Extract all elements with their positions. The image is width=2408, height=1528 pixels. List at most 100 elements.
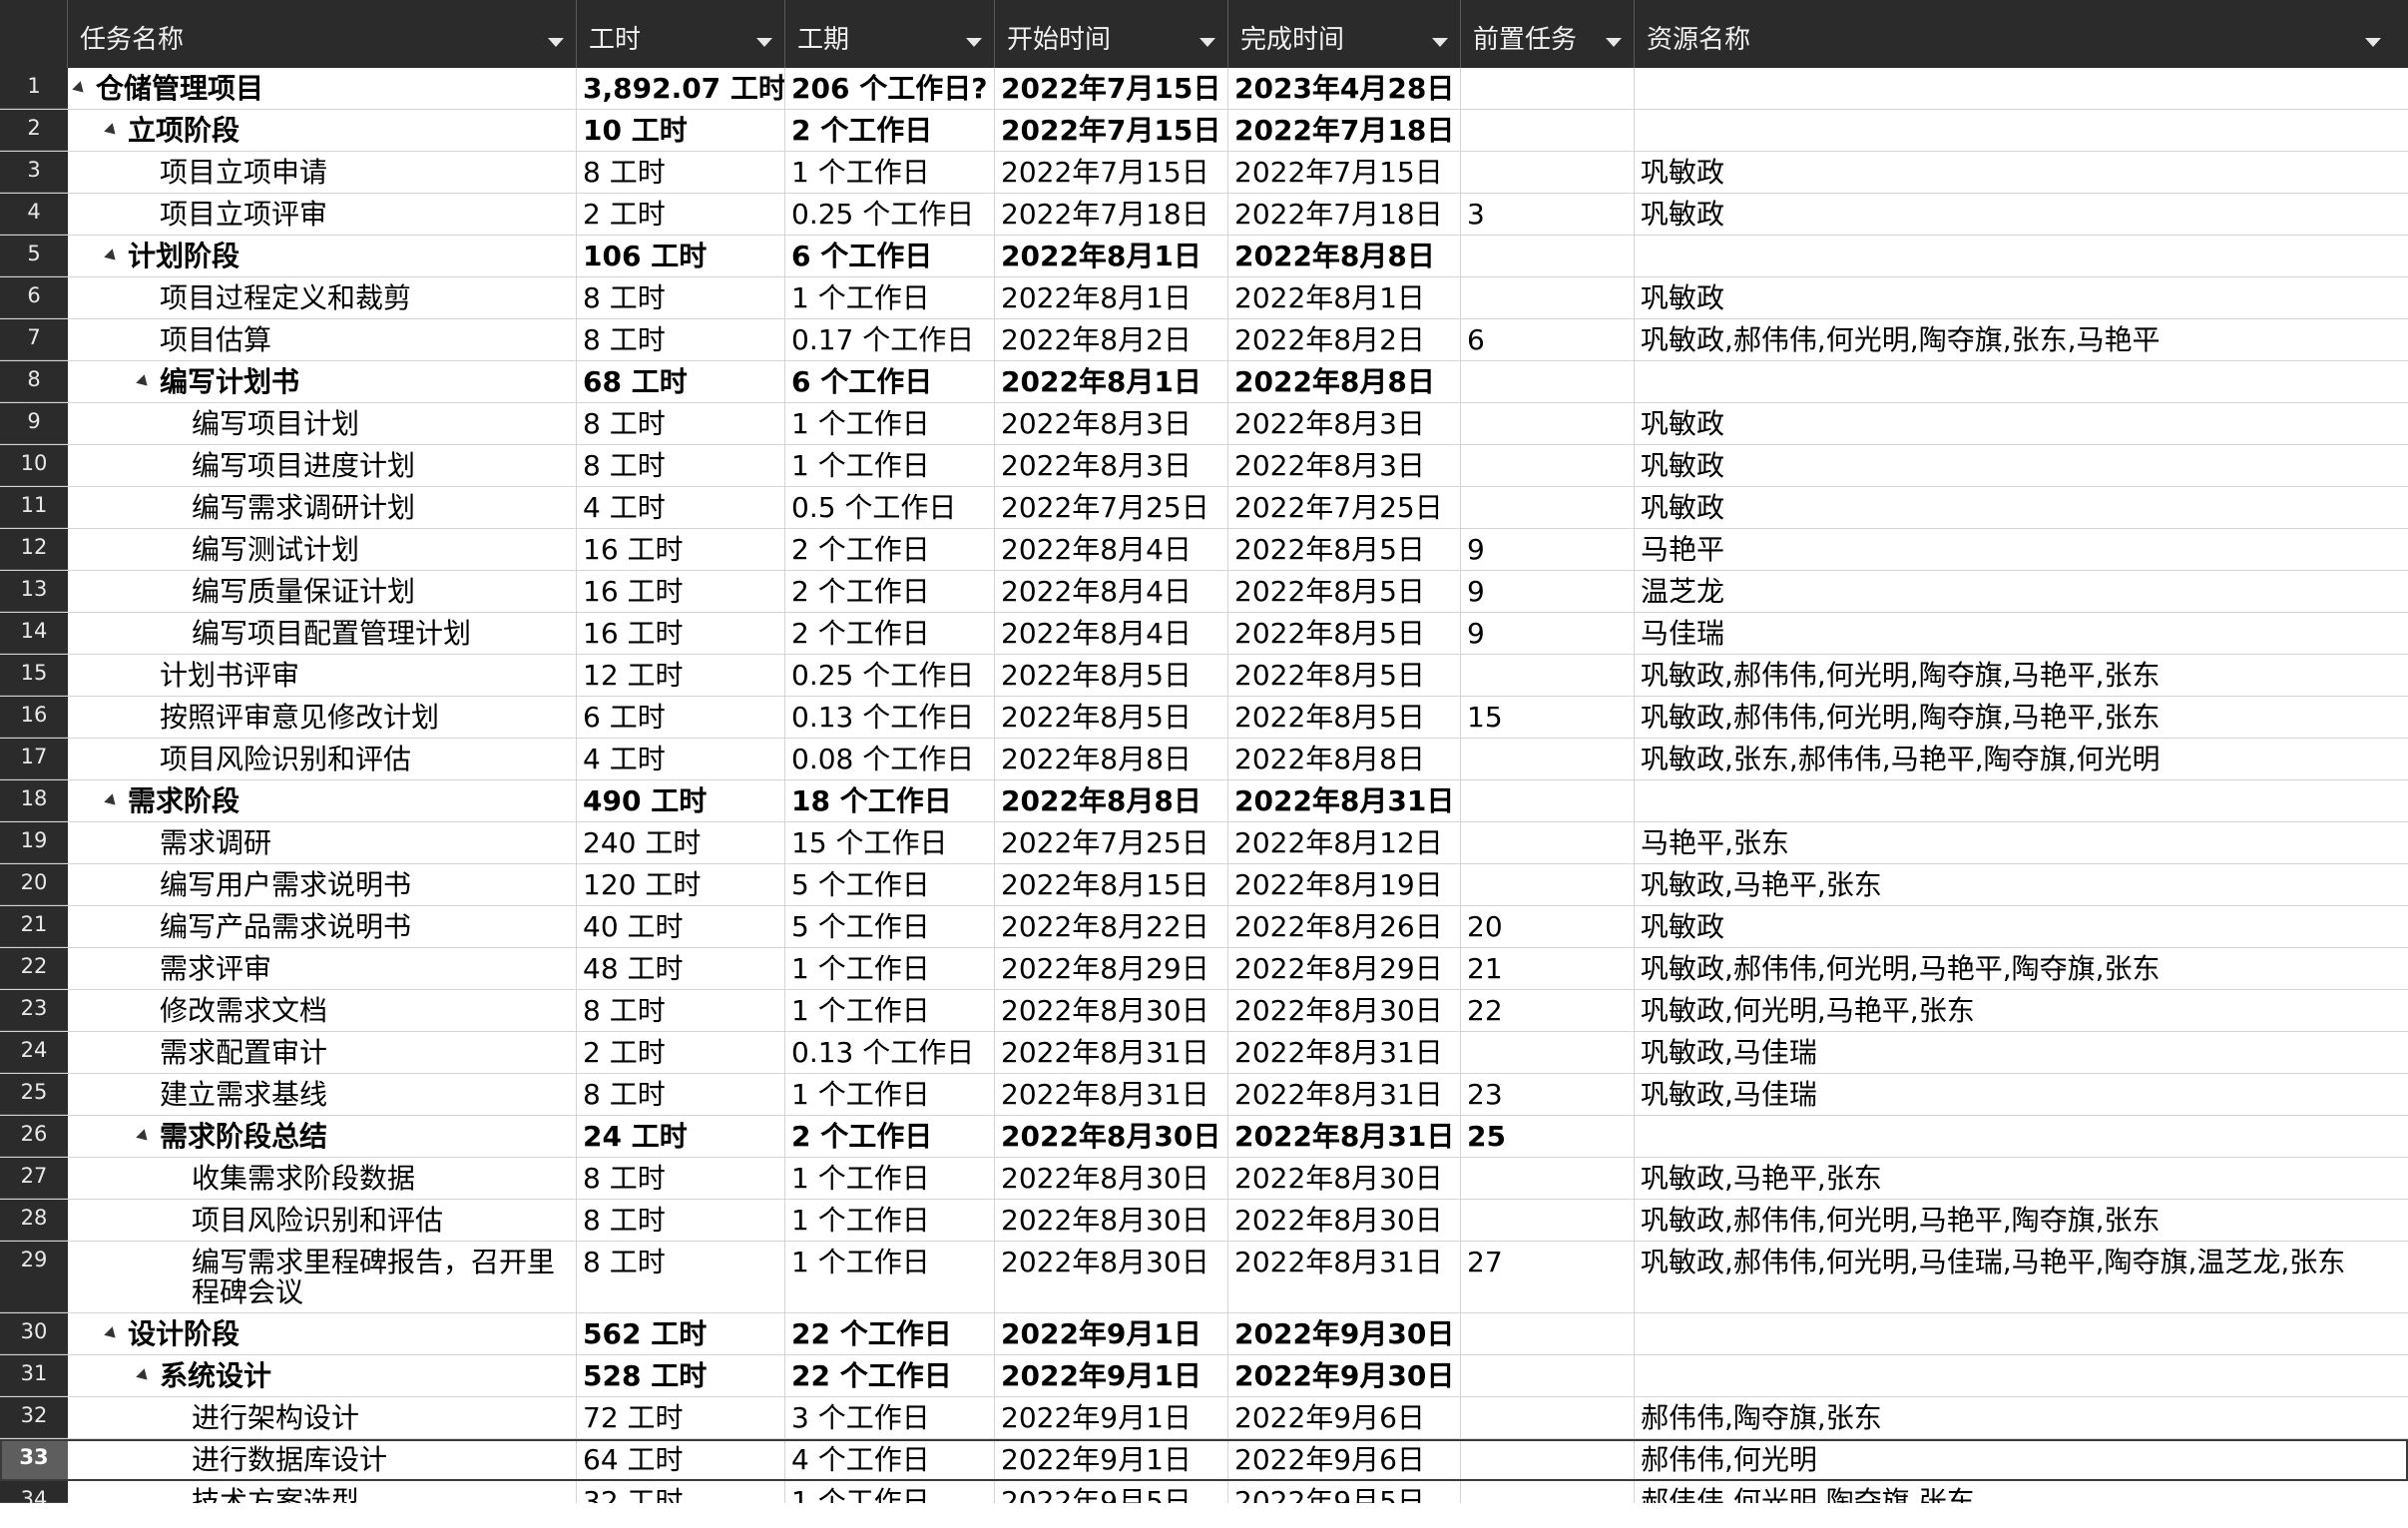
cell-duration[interactable]: 15 个工作日 xyxy=(785,822,995,863)
task-row[interactable]: 9 编写项目计划 8 工时 1 个工作日 2022年8月3日 2022年8月3日 巩敏政 xyxy=(0,403,2408,445)
cell-work[interactable]: 8 工时 xyxy=(577,1200,785,1241)
row-number[interactable]: 9 xyxy=(0,403,68,444)
row-number[interactable]: 17 xyxy=(0,739,68,779)
cell-predecessors[interactable]: 15 xyxy=(1461,697,1635,738)
collapse-triangle-icon[interactable] xyxy=(104,249,120,264)
cell-task-name[interactable]: 需求配置审计 xyxy=(68,1032,577,1073)
task-row[interactable]: 4 项目立项评审 2 工时 0.25 个工作日 2022年7月18日 2022年7月18日… xyxy=(0,194,2408,236)
cell-task-name[interactable]: 项目风险识别和评估 xyxy=(68,739,577,779)
cell-resources[interactable]: 马佳瑞 xyxy=(1635,613,2393,654)
column-header-finish[interactable]: 完成时间 xyxy=(1228,0,1461,68)
collapse-triangle-icon[interactable] xyxy=(104,123,120,139)
cell-duration[interactable]: 6 个工作日 xyxy=(785,236,995,276)
cell-finish[interactable]: 2022年8月5日 xyxy=(1228,571,1461,612)
cell-work[interactable]: 8 工时 xyxy=(577,1158,785,1199)
cell-work[interactable]: 106 工时 xyxy=(577,236,785,276)
cell-resources[interactable]: 巩敏政 xyxy=(1635,906,2393,947)
cell-task-name[interactable]: 编写项目进度计划 xyxy=(68,445,577,486)
cell-resources[interactable]: 巩敏政,郝伟伟,何光明,陶夺旗,马艳平,张东 xyxy=(1635,697,2393,738)
cell-resources[interactable]: 巩敏政 xyxy=(1635,487,2393,528)
column-header-task-name[interactable]: 任务名称 xyxy=(68,0,577,68)
cell-predecessors[interactable]: 22 xyxy=(1461,990,1635,1031)
cell-predecessors[interactable]: 9 xyxy=(1461,571,1635,612)
cell-start[interactable]: 2022年8月1日 xyxy=(995,236,1228,276)
cell-resources[interactable]: 巩敏政,郝伟伟,何光明,马艳平,陶夺旗,张东 xyxy=(1635,948,2393,989)
task-row[interactable]: 12 编写测试计划 16 工时 2 个工作日 2022年8月4日 2022年8月5日 9 马艳… xyxy=(0,529,2408,571)
row-number[interactable]: 16 xyxy=(0,697,68,738)
cell-work[interactable]: 10 工时 xyxy=(577,110,785,151)
task-row[interactable]: 28 项目风险识别和评估 8 工时 1 个工作日 2022年8月30日 2022年8月30… xyxy=(0,1200,2408,1242)
cell-task-name[interactable]: 项目估算 xyxy=(68,319,577,360)
task-row[interactable]: 25 建立需求基线 8 工时 1 个工作日 2022年8月31日 2022年8月31日 23… xyxy=(0,1074,2408,1116)
row-number[interactable]: 7 xyxy=(0,319,68,360)
cell-resources[interactable] xyxy=(1635,236,2393,276)
cell-duration[interactable]: 18 个工作日 xyxy=(785,780,995,821)
cell-duration[interactable]: 2 个工作日 xyxy=(785,529,995,570)
cell-duration[interactable]: 2 个工作日 xyxy=(785,110,995,151)
cell-finish[interactable]: 2022年8月8日 xyxy=(1228,236,1461,276)
cell-resources[interactable]: 巩敏政,郝伟伟,何光明,陶夺旗,张东,马艳平 xyxy=(1635,319,2393,360)
cell-work[interactable]: 2 工时 xyxy=(577,194,785,235)
cell-work[interactable]: 64 工时 xyxy=(577,1439,785,1480)
cell-duration[interactable]: 1 个工作日 xyxy=(785,1242,995,1312)
cell-work[interactable]: 8 工时 xyxy=(577,277,785,318)
cell-task-name[interactable]: 进行架构设计 xyxy=(68,1397,577,1438)
cell-work[interactable]: 4 工时 xyxy=(577,739,785,779)
cell-resources[interactable] xyxy=(1635,361,2393,402)
row-number[interactable]: 34 xyxy=(0,1481,68,1503)
cell-duration[interactable]: 0.13 个工作日 xyxy=(785,697,995,738)
cell-start[interactable]: 2022年8月31日 xyxy=(995,1032,1228,1073)
cell-resources[interactable]: 郝伟伟,何光明 xyxy=(1635,1439,2393,1480)
cell-resources[interactable]: 巩敏政,郝伟伟,何光明,马艳平,陶夺旗,张东 xyxy=(1635,1200,2393,1241)
row-number[interactable]: 32 xyxy=(0,1397,68,1438)
cell-duration[interactable]: 5 个工作日 xyxy=(785,864,995,905)
cell-predecessors[interactable]: 21 xyxy=(1461,948,1635,989)
cell-task-name[interactable]: 编写质量保证计划 xyxy=(68,571,577,612)
cell-resources[interactable] xyxy=(1635,1313,2393,1354)
cell-predecessors[interactable] xyxy=(1461,361,1635,402)
cell-finish[interactable]: 2022年8月19日 xyxy=(1228,864,1461,905)
row-number[interactable]: 27 xyxy=(0,1158,68,1199)
cell-task-name[interactable]: 技术方案选型 xyxy=(68,1481,577,1503)
cell-finish[interactable]: 2022年8月31日 xyxy=(1228,1074,1461,1115)
cell-start[interactable]: 2022年8月30日 xyxy=(995,1116,1228,1157)
summary-task-row[interactable]: 8 编写计划书 68 工时 6 个工作日 2022年8月1日 2022年8月8日 xyxy=(0,361,2408,403)
cell-start[interactable]: 2022年7月15日 xyxy=(995,152,1228,193)
task-row[interactable]: 21 编写产品需求说明书 40 工时 5 个工作日 2022年8月22日 2022年8月2… xyxy=(0,906,2408,948)
cell-task-name[interactable]: 项目立项申请 xyxy=(68,152,577,193)
cell-predecessors[interactable] xyxy=(1461,68,1635,109)
dropdown-arrow-icon[interactable] xyxy=(756,38,772,47)
task-row[interactable]: 14 编写项目配置管理计划 16 工时 2 个工作日 2022年8月4日 2022年8月5… xyxy=(0,613,2408,655)
cell-resources[interactable]: 马艳平,张东 xyxy=(1635,822,2393,863)
cell-duration[interactable]: 1 个工作日 xyxy=(785,1481,995,1503)
cell-start[interactable]: 2022年9月5日 xyxy=(995,1481,1228,1503)
cell-work[interactable]: 16 工时 xyxy=(577,571,785,612)
row-number[interactable]: 19 xyxy=(0,822,68,863)
cell-task-name[interactable]: 建立需求基线 xyxy=(68,1074,577,1115)
cell-resources[interactable]: 马艳平 xyxy=(1635,529,2393,570)
summary-task-row[interactable]: 26 需求阶段总结 24 工时 2 个工作日 2022年8月30日 2022年8月31日 2… xyxy=(0,1116,2408,1158)
cell-finish[interactable]: 2022年8月30日 xyxy=(1228,1200,1461,1241)
cell-work[interactable]: 8 工时 xyxy=(577,1074,785,1115)
task-row[interactable]: 33 进行数据库设计 64 工时 4 个工作日 2022年9月1日 2022年9月6日 郝伟… xyxy=(0,1439,2408,1481)
cell-task-name[interactable]: 收集需求阶段数据 xyxy=(68,1158,577,1199)
cell-duration[interactable]: 22 个工作日 xyxy=(785,1313,995,1354)
cell-finish[interactable]: 2022年8月8日 xyxy=(1228,361,1461,402)
cell-resources[interactable]: 郝伟伟,何光明,陶夺旗,张东 xyxy=(1635,1481,2393,1503)
cell-duration[interactable]: 1 个工作日 xyxy=(785,1074,995,1115)
cell-start[interactable]: 2022年9月1日 xyxy=(995,1355,1228,1396)
cell-resources[interactable] xyxy=(1635,68,2393,109)
cell-task-name[interactable]: 编写产品需求说明书 xyxy=(68,906,577,947)
collapse-triangle-icon[interactable] xyxy=(136,1129,152,1145)
task-row[interactable]: 27 收集需求阶段数据 8 工时 1 个工作日 2022年8月30日 2022年8月30日… xyxy=(0,1158,2408,1200)
dropdown-arrow-icon[interactable] xyxy=(1200,38,1215,47)
cell-start[interactable]: 2022年9月1日 xyxy=(995,1313,1228,1354)
cell-work[interactable]: 8 工时 xyxy=(577,990,785,1031)
cell-predecessors[interactable] xyxy=(1461,780,1635,821)
cell-predecessors[interactable] xyxy=(1461,1158,1635,1199)
cell-finish[interactable]: 2022年9月30日 xyxy=(1228,1355,1461,1396)
cell-predecessors[interactable]: 9 xyxy=(1461,613,1635,654)
cell-resources[interactable]: 巩敏政,何光明,马艳平,张东 xyxy=(1635,990,2393,1031)
cell-duration[interactable]: 22 个工作日 xyxy=(785,1355,995,1396)
cell-work[interactable]: 16 工时 xyxy=(577,529,785,570)
